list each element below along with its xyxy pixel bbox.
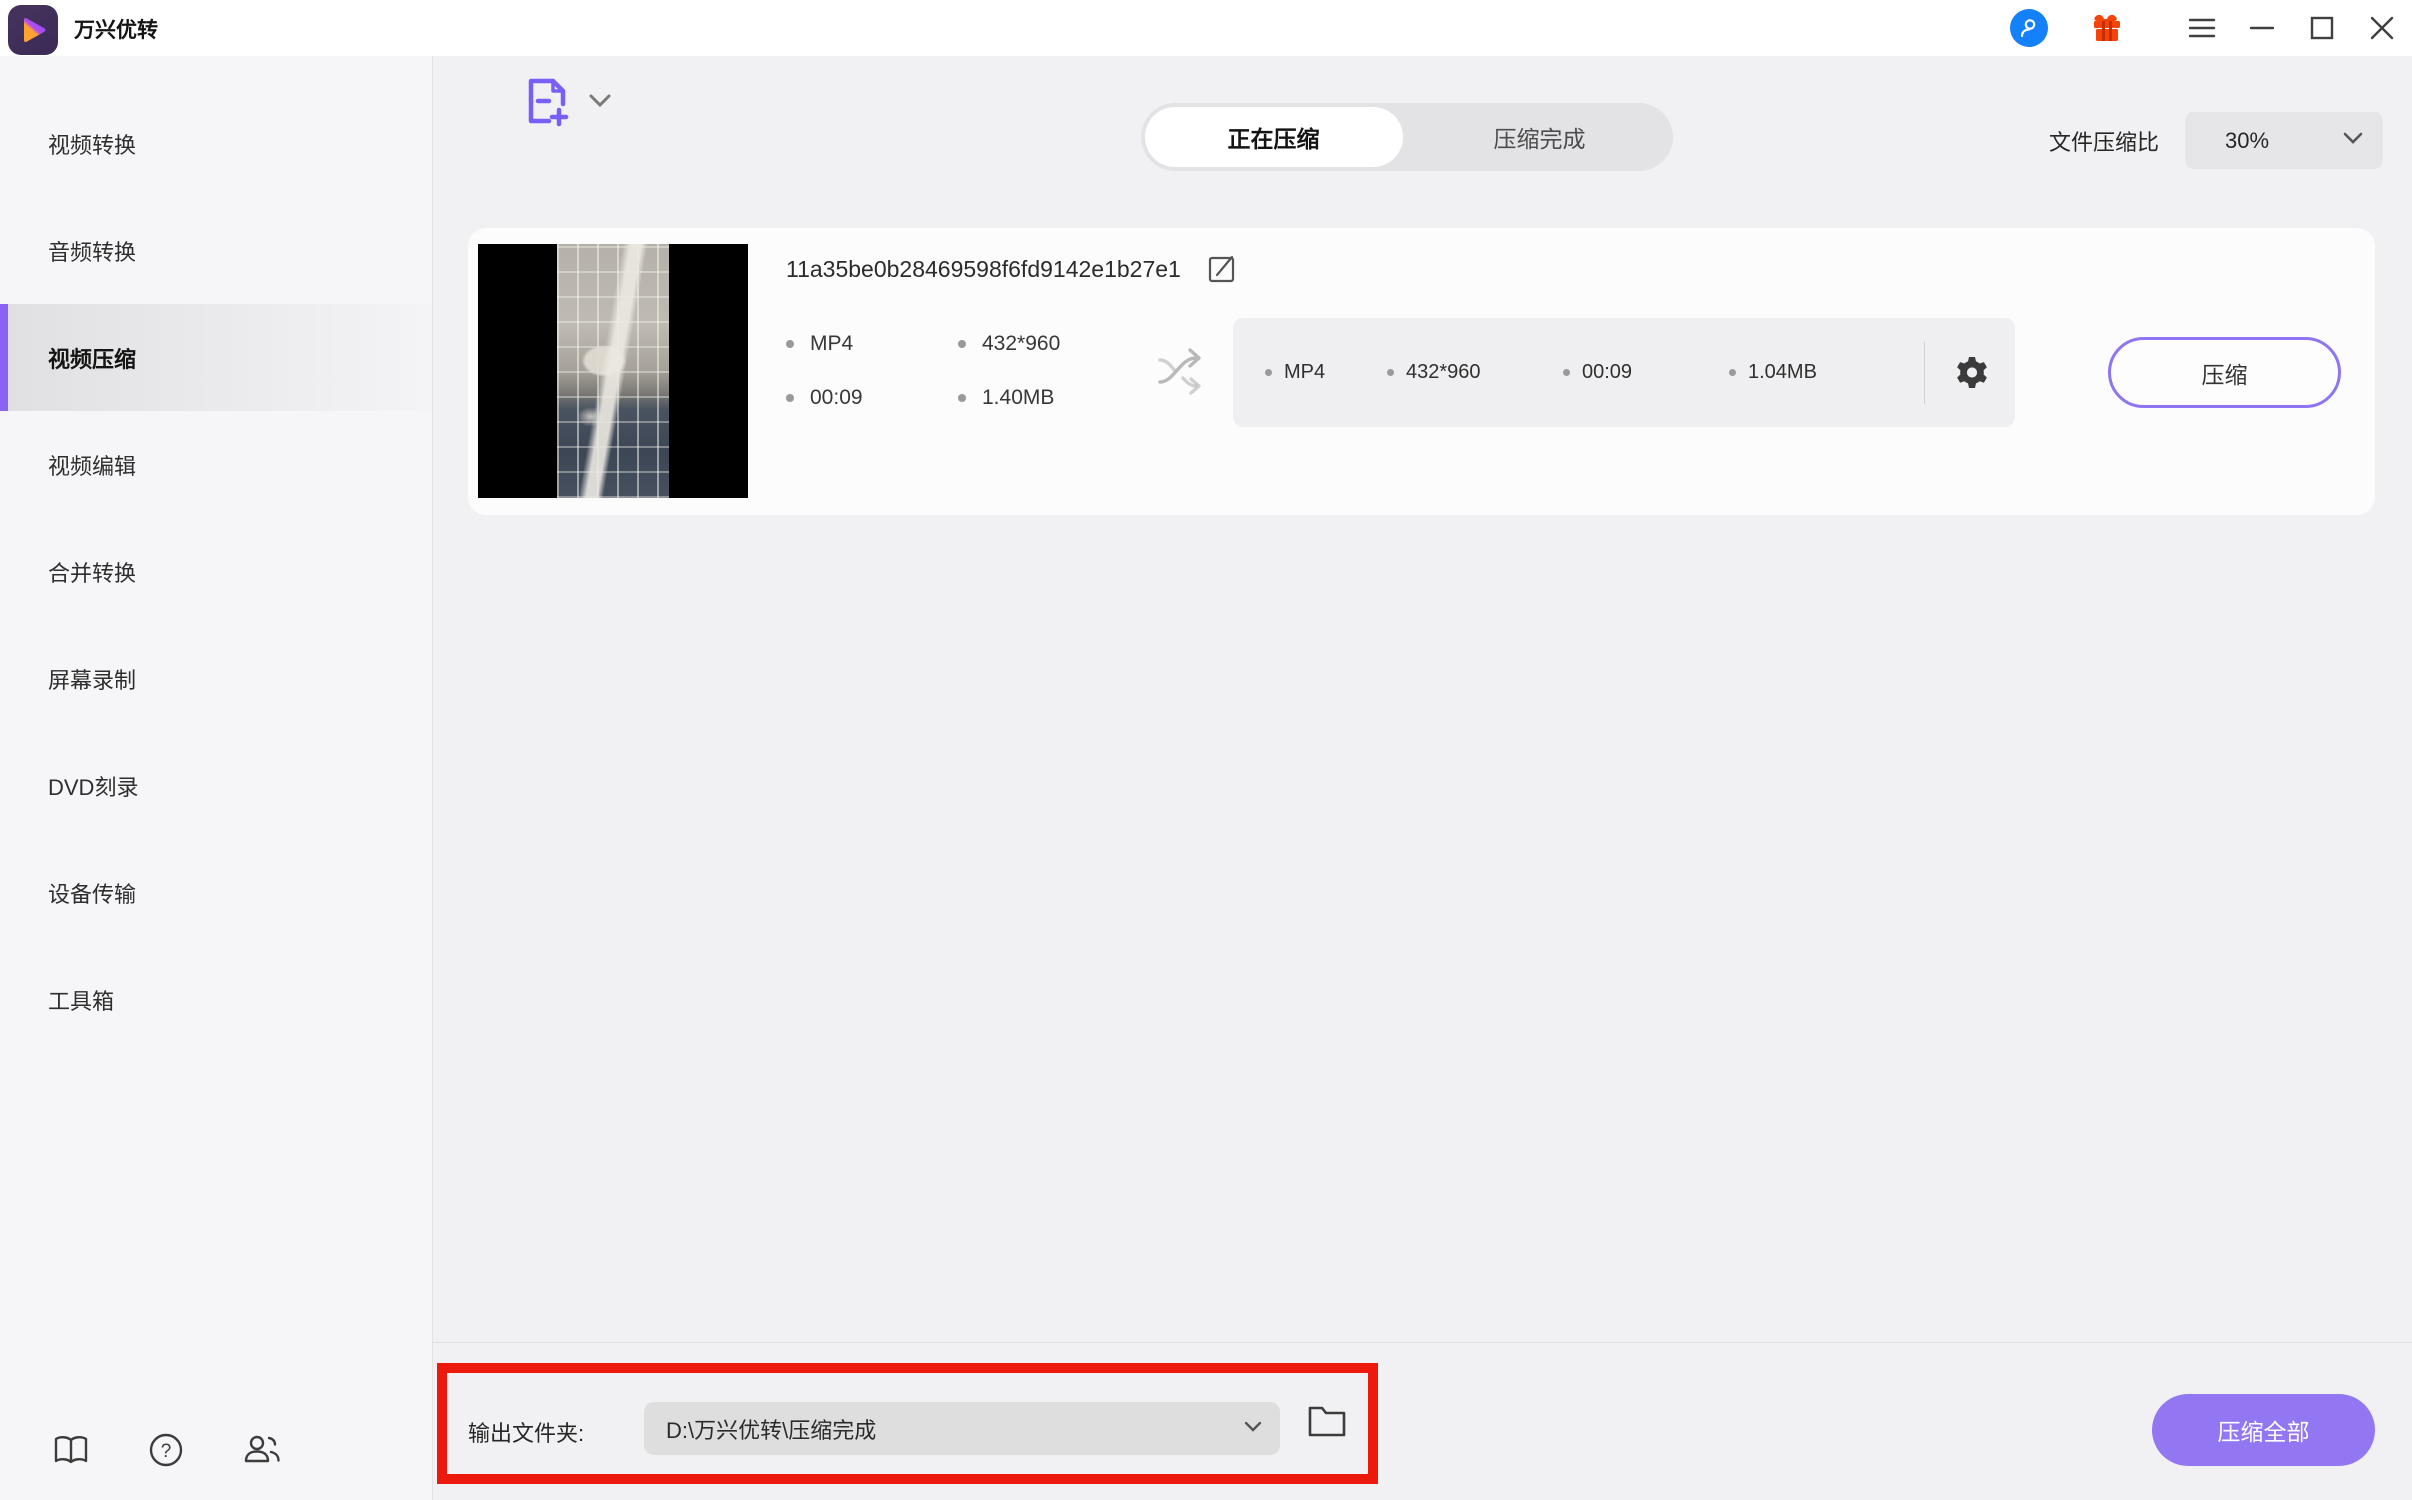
app-logo-icon (8, 4, 58, 55)
compress-button-label: 压缩 (2201, 361, 2248, 388)
tab-compress-done[interactable]: 压缩完成 (1411, 107, 1669, 167)
sidebar-item-merge-convert[interactable]: 合并转换 (0, 518, 432, 625)
gear-icon[interactable] (1953, 354, 1991, 392)
compress-tabs: 正在压缩 压缩完成 (1140, 103, 1673, 171)
output-folder-label: 输出文件夹: (468, 1421, 585, 1446)
sidebar-bottom-icons: ? (52, 1432, 282, 1468)
sidebar-item-label: DVD刻录 (48, 774, 139, 800)
file-row: 11a35be0b28469598f6fd9142e1b27e1 MP4 432… (468, 228, 2375, 515)
title-bar: 万兴优转 (0, 0, 2412, 56)
open-folder-icon[interactable] (1305, 1401, 1349, 1441)
bullet-icon (1729, 369, 1736, 376)
sidebar-item-label: 屏幕录制 (48, 667, 137, 693)
source-size: 1.40MB (958, 386, 1060, 410)
book-icon[interactable] (52, 1433, 90, 1467)
file-compression-ratio: 文件压缩比 30% (2049, 112, 2383, 169)
maximize-icon[interactable] (2292, 0, 2352, 56)
source-resolution: 432*960 (958, 332, 1060, 356)
app-window: 万兴优转 视频转换 音频转换 视频压缩 视频编辑 合并转换 屏幕录制 DVD刻录… (0, 0, 2412, 1500)
video-thumbnail (478, 244, 748, 498)
tab-compressing[interactable]: 正在压缩 (1144, 107, 1403, 167)
target-format: MP4 (1265, 361, 1387, 384)
sidebar-item-toolbox[interactable]: 工具箱 (0, 946, 432, 1053)
target-file-info: MP4 432*960 00:09 1.04MB (1233, 318, 2015, 427)
target-duration: 00:09 (1563, 361, 1729, 384)
bullet-icon (1387, 369, 1394, 376)
users-icon[interactable] (242, 1433, 282, 1467)
bullet-icon (958, 340, 966, 348)
sidebar-item-video-convert[interactable]: 视频转换 (0, 90, 432, 197)
source-duration: 00:09 (786, 386, 958, 410)
sidebar-item-label: 音频转换 (48, 239, 137, 265)
svg-text:?: ? (161, 1441, 172, 1462)
sidebar-item-label: 视频转换 (48, 132, 137, 158)
convert-arrow-icon (1156, 346, 1212, 401)
source-file-info: MP4 432*960 00:09 1.40MB (786, 332, 1060, 410)
bullet-icon (1563, 369, 1570, 376)
target-size: 1.04MB (1729, 361, 1918, 384)
compress-button[interactable]: 压缩 (2108, 337, 2341, 408)
minimize-icon[interactable] (2232, 0, 2292, 56)
tab-label: 压缩完成 (1493, 126, 1586, 152)
bullet-icon (1265, 369, 1272, 376)
file-name: 11a35be0b28469598f6fd9142e1b27e1 (786, 255, 1181, 282)
compress-all-button[interactable]: 压缩全部 (2152, 1394, 2375, 1466)
bullet-icon (786, 340, 794, 348)
sidebar-item-label: 合并转换 (48, 560, 137, 586)
sidebar-item-dvd-burn[interactable]: DVD刻录 (0, 732, 432, 839)
sidebar-item-video-compress[interactable]: 视频压缩 (0, 304, 432, 411)
help-icon[interactable]: ? (148, 1432, 184, 1468)
edit-name-icon[interactable] (1207, 254, 1237, 284)
chevron-down-icon (589, 94, 611, 113)
close-icon[interactable] (2352, 0, 2412, 56)
gift-icon[interactable] (2090, 0, 2124, 56)
titlebar-controls (2010, 0, 2412, 56)
app-title: 万兴优转 (74, 19, 158, 42)
ratio-value: 30% (2225, 127, 2270, 153)
toolbar: 正在压缩 压缩完成 文件压缩比 30% (433, 56, 2412, 228)
output-folder-path: D:\万兴优转\压缩完成 (666, 1417, 877, 1443)
add-file-button[interactable] (519, 74, 611, 133)
sidebar-item-label: 视频压缩 (48, 346, 137, 372)
sidebar-item-video-edit[interactable]: 视频编辑 (0, 411, 432, 518)
sidebar-item-audio-convert[interactable]: 音频转换 (0, 197, 432, 304)
sidebar-item-screen-record[interactable]: 屏幕录制 (0, 625, 432, 732)
menu-icon[interactable] (2172, 0, 2232, 56)
sidebar-item-device-transfer[interactable]: 设备传输 (0, 839, 432, 946)
ratio-label: 文件压缩比 (2048, 129, 2159, 155)
divider (1924, 341, 1925, 404)
source-format: MP4 (786, 332, 958, 356)
target-resolution: 432*960 (1387, 361, 1563, 384)
sidebar-item-label: 工具箱 (48, 988, 115, 1014)
bullet-icon (786, 394, 794, 402)
compress-all-label: 压缩全部 (2217, 1419, 2310, 1445)
sidebar-item-label: 设备传输 (48, 881, 137, 907)
output-folder-dropdown[interactable]: D:\万兴优转\压缩完成 (644, 1402, 1280, 1455)
sidebar: 视频转换 音频转换 视频压缩 视频编辑 合并转换 屏幕录制 DVD刻录 设备传输… (0, 56, 433, 1500)
add-file-icon (519, 74, 573, 133)
bottom-bar: 输出文件夹: D:\万兴优转\压缩完成 压缩全部 (433, 1342, 2412, 1500)
main-panel: 正在压缩 压缩完成 文件压缩比 30% 11a35be0b28469598f6f… (433, 56, 2412, 1500)
account-icon[interactable] (2010, 9, 2048, 47)
sidebar-item-label: 视频编辑 (48, 453, 137, 479)
ratio-dropdown[interactable]: 30% (2185, 112, 2383, 169)
tab-label: 正在压缩 (1227, 126, 1320, 152)
bullet-icon (958, 394, 966, 402)
chevron-down-icon (2343, 132, 2363, 150)
chevron-down-icon (1244, 1420, 1262, 1438)
video-thumbnail-frame (557, 244, 669, 498)
